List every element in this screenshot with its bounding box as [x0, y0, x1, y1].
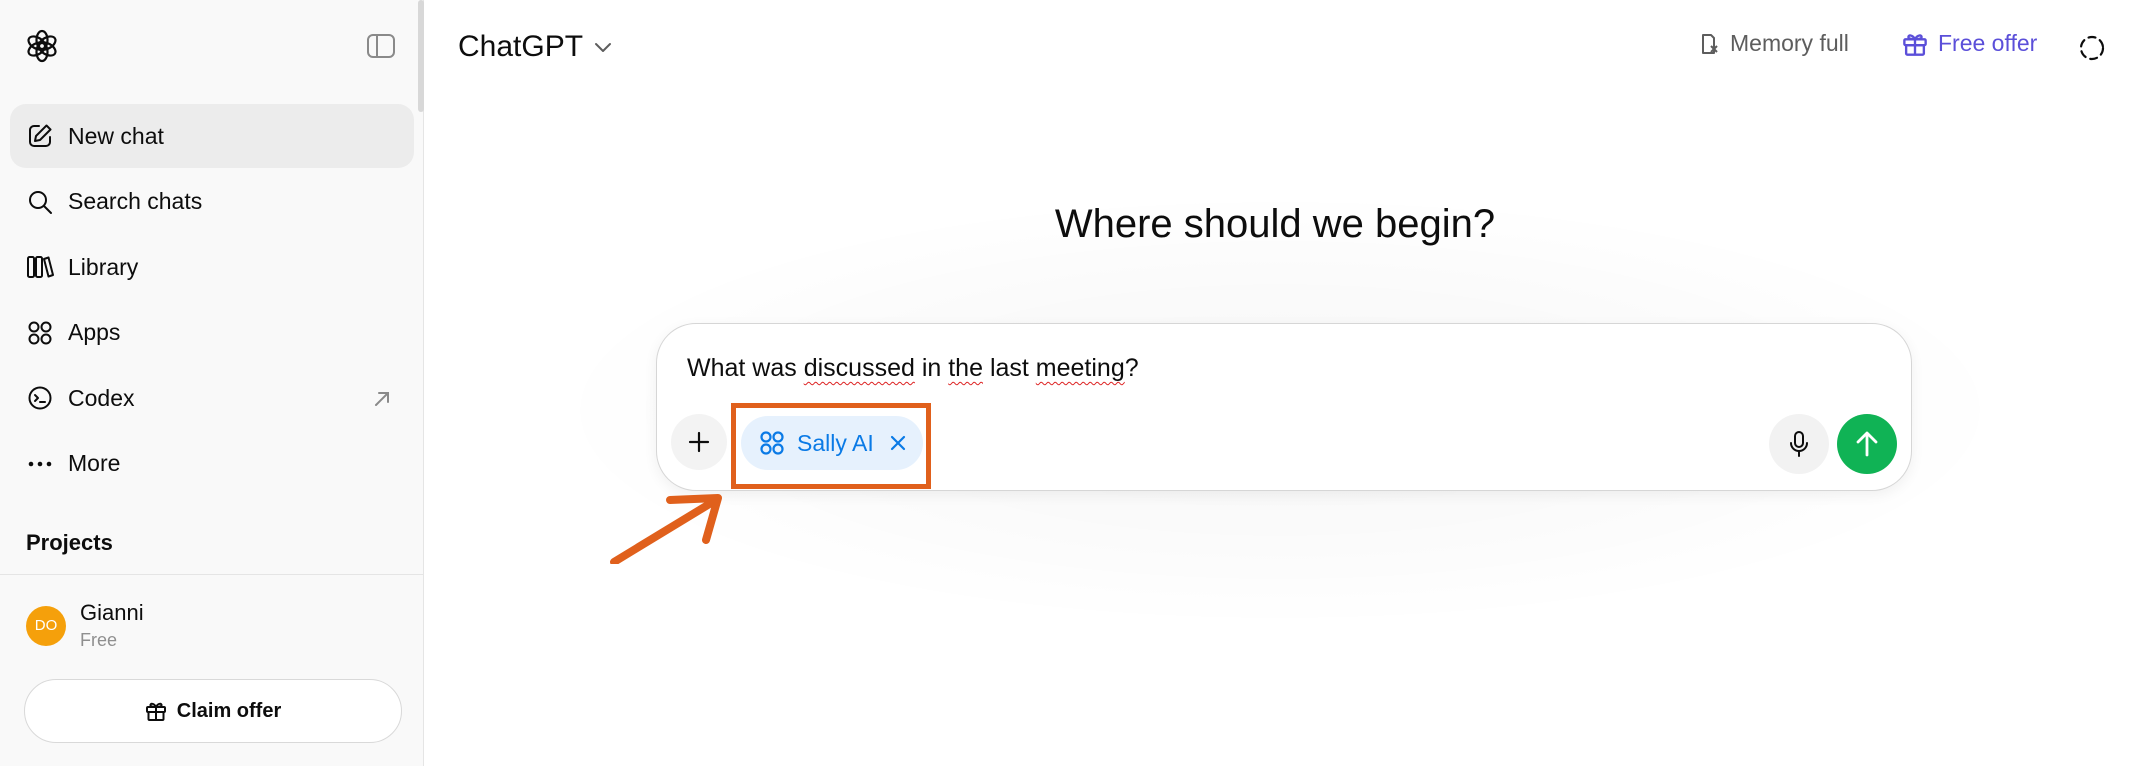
codex-icon	[26, 384, 54, 412]
add-attachment-button[interactable]	[671, 414, 727, 470]
memory-icon	[1702, 33, 1718, 54]
sidebar-item-label: Apps	[68, 319, 121, 345]
sidebar-nav: New chat Search chats Library Apps Codex…	[10, 104, 414, 497]
sidebar-item-label: Library	[68, 253, 139, 280]
claim-offer-button[interactable]: Claim offer	[24, 679, 402, 743]
page-title: Where should we begin?	[1054, 202, 1496, 246]
projects-heading[interactable]: Projects	[26, 530, 113, 556]
more-icon	[26, 450, 54, 478]
sidebar: New chat Search chats Library Apps Codex…	[0, 0, 424, 766]
sidebar-scrollbar[interactable]	[418, 0, 424, 112]
memory-full-button[interactable]: Memory full	[1700, 30, 1849, 57]
prompt-input[interactable]: What was discussed in the last meeting?	[687, 354, 1139, 383]
temporary-chat-icon[interactable]	[2078, 34, 2106, 62]
apps-icon	[26, 319, 54, 347]
sidebar-item-label: Codex	[68, 384, 135, 411]
free-offer-label: Free offer	[1938, 30, 2038, 56]
sidebar-item-more[interactable]: More	[10, 432, 414, 496]
user-plan: Free	[80, 630, 118, 650]
sidebar-item-new-chat[interactable]: New chat	[10, 104, 414, 168]
compose-icon	[26, 122, 54, 150]
free-offer-button[interactable]: Free offer	[1902, 30, 2037, 57]
library-icon	[26, 253, 54, 281]
sidebar-item-codex[interactable]: Codex	[10, 366, 414, 430]
sidebar-item-label: New chat	[68, 122, 164, 149]
plus-icon	[688, 431, 710, 453]
model-selector[interactable]: ChatGPT	[458, 30, 613, 64]
microphone-icon	[1790, 431, 1808, 457]
arrow-up-icon	[1856, 431, 1878, 457]
model-title: ChatGPT	[458, 30, 584, 63]
claim-offer-label: Claim offer	[176, 699, 282, 722]
gift-icon	[1903, 33, 1927, 56]
user-profile[interactable]: DO Gianni Free	[26, 600, 144, 651]
chevron-down-icon	[595, 43, 612, 52]
memory-label: Memory full	[1730, 30, 1849, 56]
annotation-highlight-box	[731, 403, 931, 489]
gift-icon	[145, 702, 166, 721]
annotation-arrow-icon	[610, 494, 722, 564]
sidebar-toggle-icon[interactable]	[366, 32, 396, 60]
external-link-icon	[372, 388, 392, 408]
sidebar-divider	[0, 574, 424, 575]
avatar: DO	[26, 605, 66, 646]
user-name: Gianni	[80, 600, 144, 625]
microphone-button[interactable]	[1769, 414, 1829, 474]
send-button[interactable]	[1837, 414, 1897, 474]
sidebar-item-apps[interactable]: Apps	[10, 301, 414, 365]
sidebar-item-label: More	[68, 450, 121, 476]
openai-logo-icon[interactable]	[24, 28, 60, 64]
